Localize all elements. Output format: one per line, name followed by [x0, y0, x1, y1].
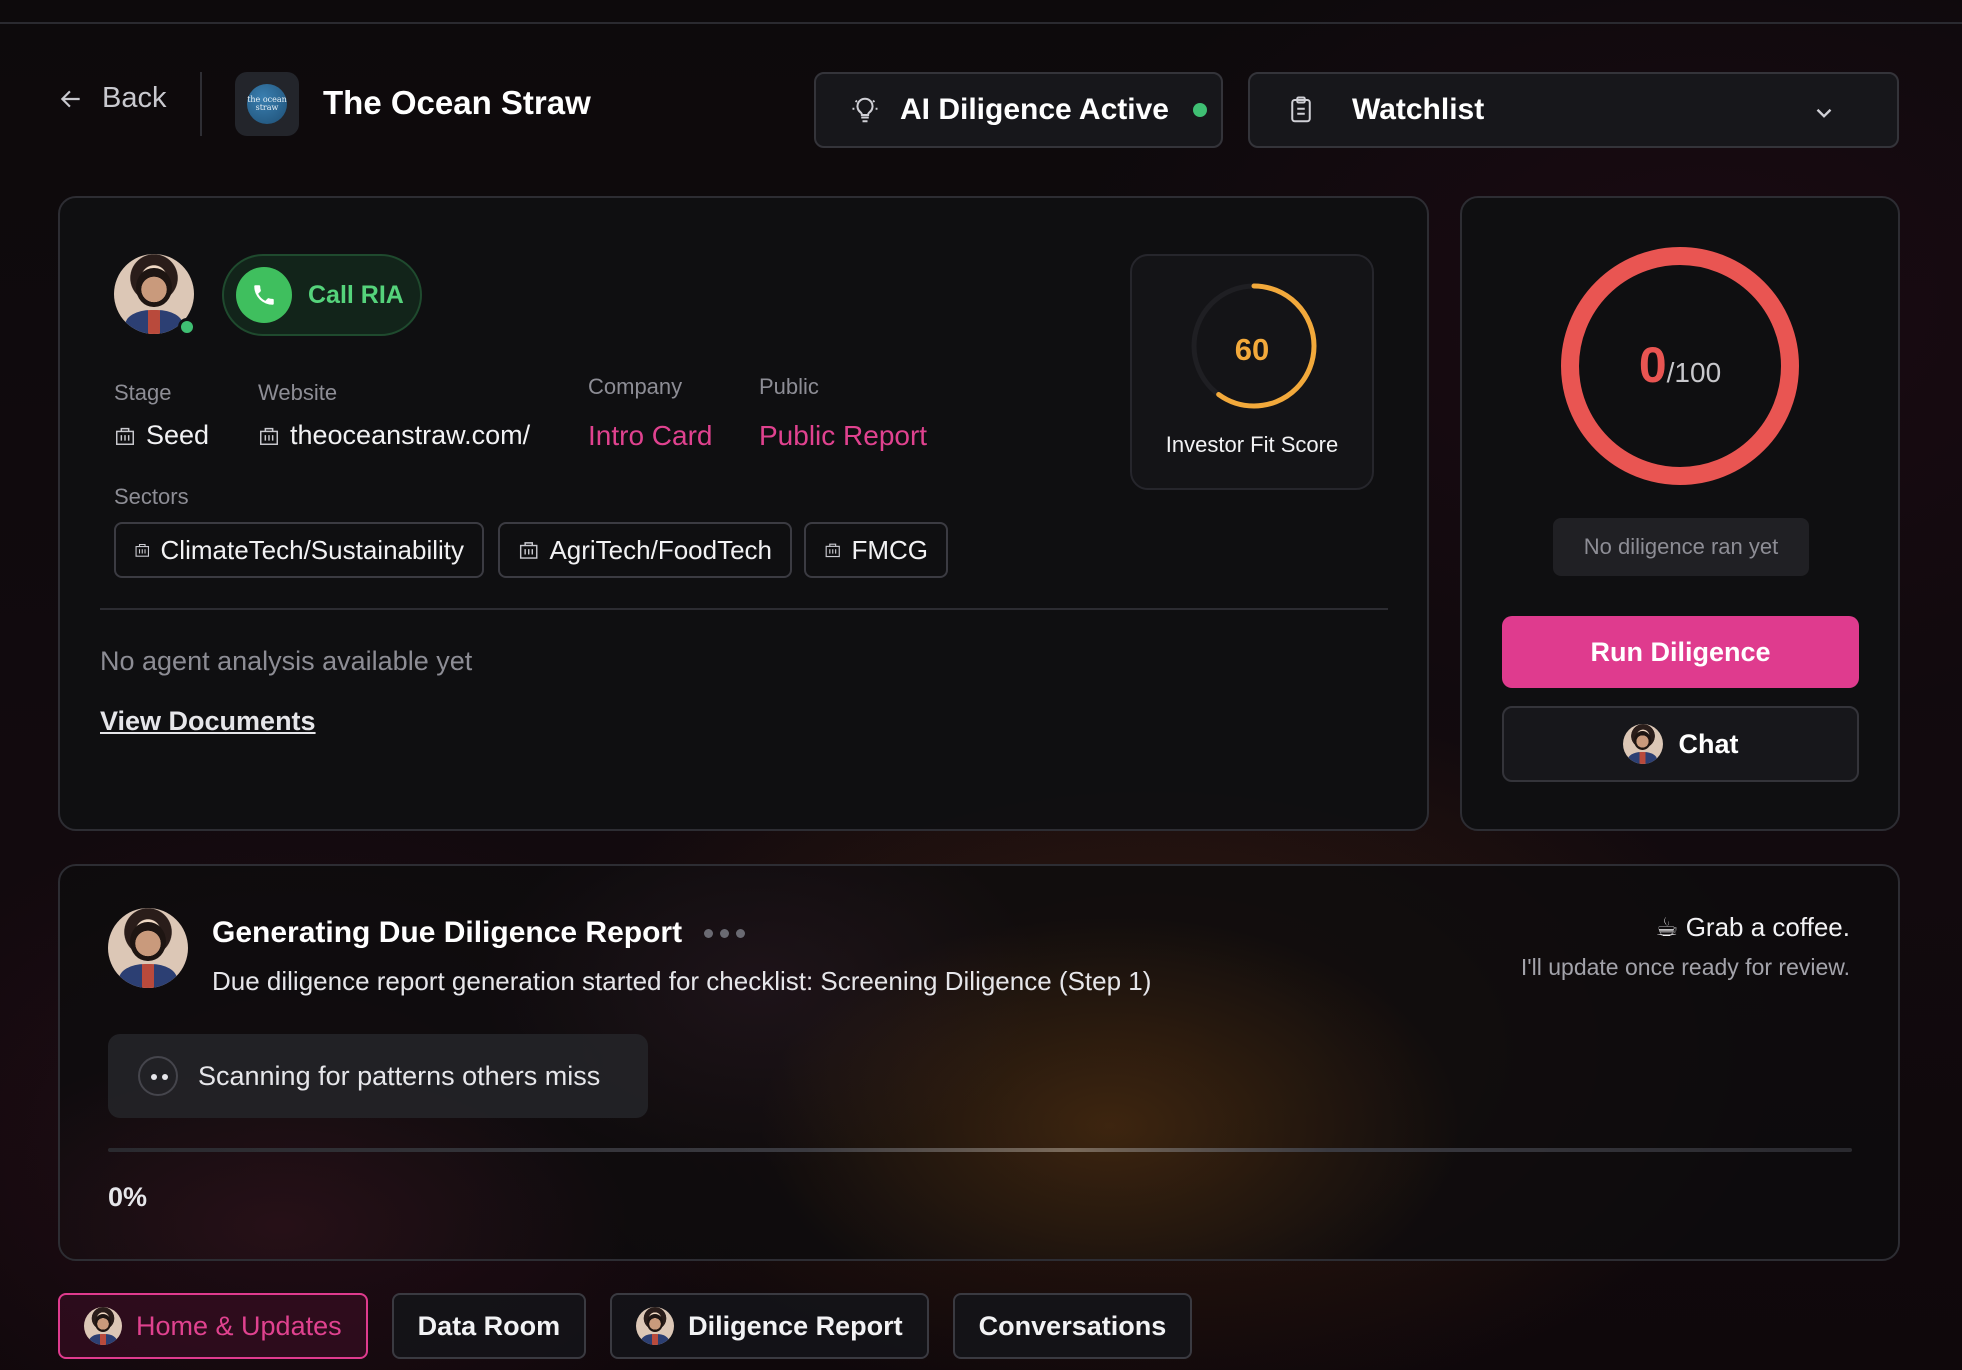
coffee-message: ☕ Grab a coffee. [1655, 912, 1850, 942]
ai-diligence-status[interactable]: AI Diligence Active [814, 72, 1223, 148]
watchlist-dropdown[interactable]: Watchlist [1248, 72, 1899, 148]
avatar [84, 1307, 122, 1345]
progress-percent: 0% [108, 1182, 148, 1212]
diligence-score-card: 0/100 No diligence ran yet Run Diligence… [1460, 196, 1900, 831]
company-label: Company [588, 374, 683, 399]
report-generation-card: Generating Due Diligence Report Due dili… [58, 864, 1900, 1261]
diligence-score-value: 0 [1638, 337, 1667, 393]
sector-chip[interactable]: ClimateTech/Sustainability [114, 522, 484, 578]
back-label: Back [102, 82, 167, 114]
building-icon [135, 543, 150, 557]
sector-label: FMCG [851, 534, 928, 565]
chat-button[interactable]: Chat [1502, 706, 1859, 782]
fit-score-label: Investor Fit Score [1165, 432, 1339, 457]
website-text: theoceanstraw.com/ [290, 420, 531, 450]
website-label: Website [258, 380, 338, 405]
chat-label: Chat [1678, 728, 1739, 759]
avatar [636, 1307, 675, 1345]
ai-status-label: AI Diligence Active [900, 93, 1169, 126]
stage-text: Seed [146, 420, 210, 450]
stage-value: Seed [114, 420, 209, 451]
building-icon [825, 543, 840, 558]
coffee-subtext: I'll update once ready for review. [1520, 954, 1850, 980]
tab-label: Diligence Report [688, 1310, 903, 1341]
sector-chip[interactable]: FMCG [804, 522, 948, 578]
clipboard-icon [1291, 96, 1311, 123]
watchlist-label: Watchlist [1352, 93, 1485, 126]
sectors-label: Sectors [114, 484, 189, 509]
page-title: The Ocean Straw [323, 84, 591, 121]
run-diligence-button[interactable]: Run Diligence [1502, 616, 1859, 688]
tab-conversations[interactable]: Conversations [952, 1293, 1193, 1359]
progress-bar [108, 1148, 1852, 1152]
diligence-score: 0/100 [1462, 336, 1898, 394]
scan-status: Scanning for patterns others miss [108, 1034, 648, 1118]
no-analysis-text: No agent analysis available yet [100, 646, 473, 676]
online-indicator [178, 318, 196, 336]
top-divider [0, 22, 1962, 24]
phone-icon [236, 267, 292, 323]
intro-card-link[interactable]: Intro Card [588, 420, 713, 452]
section-divider [100, 608, 1388, 610]
section-tabs: Home & Updates Data Room Diligence Repor… [58, 1293, 1193, 1359]
tab-data-room[interactable]: Data Room [391, 1293, 587, 1359]
investor-fit-score: 60 Investor Fit Score [1130, 254, 1374, 490]
building-icon [519, 542, 538, 559]
company-logo-mark: the ocean straw [247, 84, 287, 124]
tab-home-updates[interactable]: Home & Updates [58, 1293, 368, 1359]
company-profile-card: Call RIA Stage Seed Website theoceanstra… [58, 196, 1429, 831]
status-dot [1192, 103, 1207, 117]
tab-label: Data Room [417, 1310, 561, 1341]
tab-diligence-report[interactable]: Diligence Report [610, 1293, 929, 1359]
building-icon [116, 427, 134, 445]
tab-label: Home & Updates [136, 1310, 342, 1341]
public-report-link[interactable]: Public Report [759, 420, 927, 452]
public-label: Public [759, 374, 819, 399]
building-icon [260, 427, 278, 445]
header-divider [200, 72, 202, 136]
scanning-icon [138, 1056, 178, 1096]
loading-dots-icon [704, 928, 746, 938]
sector-label: ClimateTech/Sustainability [160, 534, 464, 565]
sector-chip[interactable]: AgriTech/FoodTech [498, 522, 792, 578]
fit-score-value: 60 [1234, 332, 1270, 367]
report-description: Due diligence report generation started … [212, 966, 1152, 996]
diligence-status-badge: No diligence ran yet [1553, 518, 1809, 576]
diligence-score-max: /100 [1666, 357, 1722, 388]
chevron-down-icon [1816, 108, 1832, 118]
report-title-text: Generating Due Diligence Report [212, 916, 683, 949]
scan-status-text: Scanning for patterns others miss [198, 1060, 601, 1091]
website-value[interactable]: theoceanstraw.com/ [258, 420, 530, 451]
back-button[interactable]: Back [58, 82, 166, 115]
view-documents-link[interactable]: View Documents [100, 706, 316, 737]
company-logo: the ocean straw [235, 72, 299, 136]
lightbulb-icon [852, 97, 878, 123]
sector-label: AgriTech/FoodTech [549, 534, 772, 565]
tab-label: Conversations [978, 1310, 1167, 1341]
call-label: Call RIA [308, 280, 404, 309]
call-button[interactable]: Call RIA [222, 254, 422, 336]
report-title: Generating Due Diligence Report [212, 916, 746, 950]
arrow-left-icon [60, 90, 80, 107]
avatar [108, 908, 188, 988]
avatar [1622, 724, 1663, 764]
stage-label: Stage [114, 380, 172, 405]
